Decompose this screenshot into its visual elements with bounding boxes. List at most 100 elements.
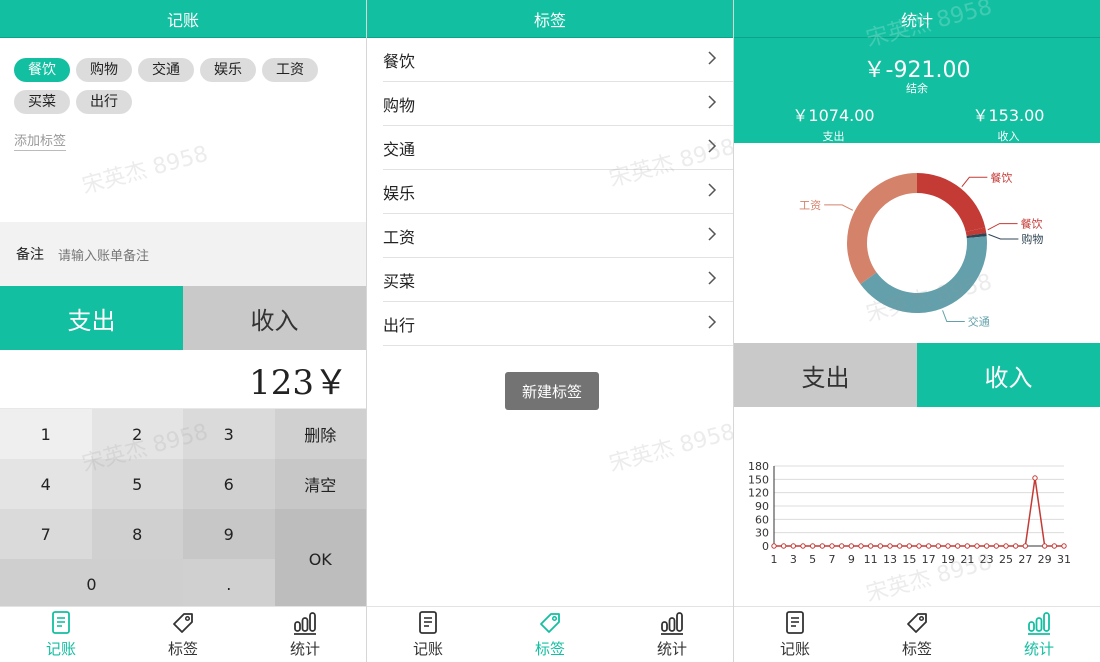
data-point — [925, 543, 932, 549]
tab-record[interactable]: 记账 — [0, 607, 122, 662]
key-8[interactable]: 8 — [91, 509, 183, 559]
data-point — [809, 543, 816, 549]
ledger-icon — [48, 610, 74, 636]
tab-tags[interactable]: 标签 — [489, 607, 611, 662]
donut-label: 餐饮 — [1021, 217, 1043, 231]
expense-label: 支出 — [822, 130, 845, 143]
key-5[interactable]: 5 — [91, 459, 183, 509]
x-tick-label: 11 — [864, 553, 878, 566]
key-4[interactable]: 4 — [0, 459, 92, 509]
stats-income-button[interactable]: 收入 — [917, 343, 1100, 407]
donut-leader-line — [942, 310, 965, 323]
data-point — [954, 543, 961, 549]
tab-stats[interactable]: 统计 — [244, 607, 366, 662]
list-item[interactable]: 娱乐 — [383, 170, 733, 214]
tab-stats[interactable]: 统计 — [611, 607, 733, 662]
tab-label: 记账 — [45, 640, 76, 658]
add-tag-link[interactable]: 添加标签 — [14, 130, 67, 151]
data-point — [838, 543, 845, 549]
tab-tags[interactable]: 标签 — [122, 607, 244, 662]
data-point — [780, 543, 787, 549]
data-point — [858, 543, 864, 549]
tag-chip-entertainment[interactable]: 娱乐 — [200, 58, 256, 82]
x-tick-label: 31 — [1057, 553, 1071, 566]
tag-chip-groceries[interactable]: 买菜 — [14, 90, 70, 114]
line-chart: 03060901201501801 3 5 7 9 11 13 15 17 19 21 23 25 27 2… — [748, 460, 1071, 566]
note-input[interactable]: 请输入账单备注 — [58, 245, 149, 264]
key-9[interactable]: 9 — [183, 509, 275, 559]
series-line — [774, 477, 1064, 547]
y-tick-label: 90 — [755, 500, 769, 513]
dot-key[interactable]: . — [183, 559, 275, 609]
list-item[interactable]: 出行 — [383, 302, 733, 346]
tab-record[interactable]: 记账 — [734, 607, 856, 662]
data-point — [896, 543, 903, 549]
income-summary: ￥153.00 收入 — [917, 102, 1100, 144]
y-tick-label: 150 — [748, 473, 769, 486]
tab-label: 标签 — [534, 640, 565, 658]
y-tick-label: 0 — [762, 540, 769, 553]
tab-label: 记账 — [779, 640, 810, 658]
chevron-right-icon — [705, 50, 719, 69]
data-point — [964, 543, 971, 549]
ledger-icon — [782, 610, 808, 636]
tab-label: 统计 — [656, 640, 687, 658]
list-item[interactable]: 交通 — [383, 126, 733, 170]
delete-key[interactable]: 删除 — [274, 409, 366, 459]
key-1[interactable]: 1 — [0, 409, 92, 459]
x-tick-label: 29 — [1038, 553, 1052, 566]
donut-leader-line — [824, 204, 854, 211]
tab-tags[interactable]: 标签 — [856, 607, 978, 662]
tag-chip-transport[interactable]: 交通 — [138, 58, 194, 82]
y-tick-label: 30 — [755, 527, 769, 540]
ledger-icon — [415, 610, 441, 636]
tag-chip-travel[interactable]: 出行 — [76, 90, 132, 114]
expense-summary: ￥1074.00 支出 — [742, 102, 925, 144]
donut-label: 工资 — [799, 199, 821, 212]
tag-chip-salary[interactable]: 工资 — [262, 58, 318, 82]
list-item[interactable]: 餐饮 — [383, 38, 733, 82]
donut-slice — [860, 236, 987, 313]
data-point — [1032, 475, 1038, 481]
tag-chip-dining[interactable]: 餐饮 — [14, 58, 70, 82]
tab-label: 统计 — [289, 640, 320, 658]
bottom-tab-bar: 记账 标签 统计 — [734, 606, 1100, 662]
x-tick-label: 1 — [771, 553, 778, 566]
data-point — [945, 543, 951, 549]
y-tick-label: 60 — [755, 513, 769, 526]
data-point — [1012, 543, 1019, 549]
tab-record[interactable]: 记账 — [367, 607, 489, 662]
income-type-button[interactable]: 收入 — [183, 286, 366, 350]
expense-type-button[interactable]: 支出 — [0, 286, 183, 350]
data-point — [771, 543, 777, 549]
key-7[interactable]: 7 — [0, 509, 92, 559]
y-tick-label: 180 — [748, 460, 769, 473]
x-tick-label: 7 — [829, 553, 836, 566]
clear-key[interactable]: 清空 — [274, 459, 366, 509]
data-point — [877, 543, 884, 549]
stats-expense-button[interactable]: 支出 — [734, 343, 917, 407]
donut-slice — [847, 173, 917, 285]
donut-leader-line — [961, 176, 988, 188]
data-point — [935, 543, 942, 549]
list-item[interactable]: 买菜 — [383, 258, 733, 302]
tag-icon — [170, 610, 196, 636]
new-tag-button[interactable]: 新建标签 — [505, 372, 599, 410]
key-3[interactable]: 3 — [183, 409, 275, 459]
expense-total: ￥1074.00 — [792, 106, 875, 125]
key-2[interactable]: 2 — [91, 409, 183, 459]
tag-chip-area: 餐饮 购物 交通 娱乐 工资 买菜 出行 添加标签 — [0, 38, 366, 222]
tag-chip-shopping[interactable]: 购物 — [76, 58, 132, 82]
list-item[interactable]: 工资 — [383, 214, 733, 258]
x-tick-label: 9 — [848, 553, 855, 566]
list-item[interactable]: 购物 — [383, 82, 733, 126]
note-field[interactable]: 备注 请输入账单备注 — [0, 222, 366, 286]
key-6[interactable]: 6 — [183, 459, 275, 509]
tab-stats[interactable]: 统计 — [978, 607, 1100, 662]
ok-key[interactable]: OK — [274, 509, 366, 609]
number-keypad: 1 2 3 删除 4 5 6 清空 7 8 9 OK 0 . — [0, 409, 366, 609]
tag-icon — [537, 610, 563, 636]
key-0[interactable]: 0 — [0, 559, 183, 609]
list-item-label: 出行 — [383, 315, 416, 335]
summary-card: ￥-921.00 结余 ￥1074.00 支出 ￥153.00 收入 — [734, 38, 1100, 143]
